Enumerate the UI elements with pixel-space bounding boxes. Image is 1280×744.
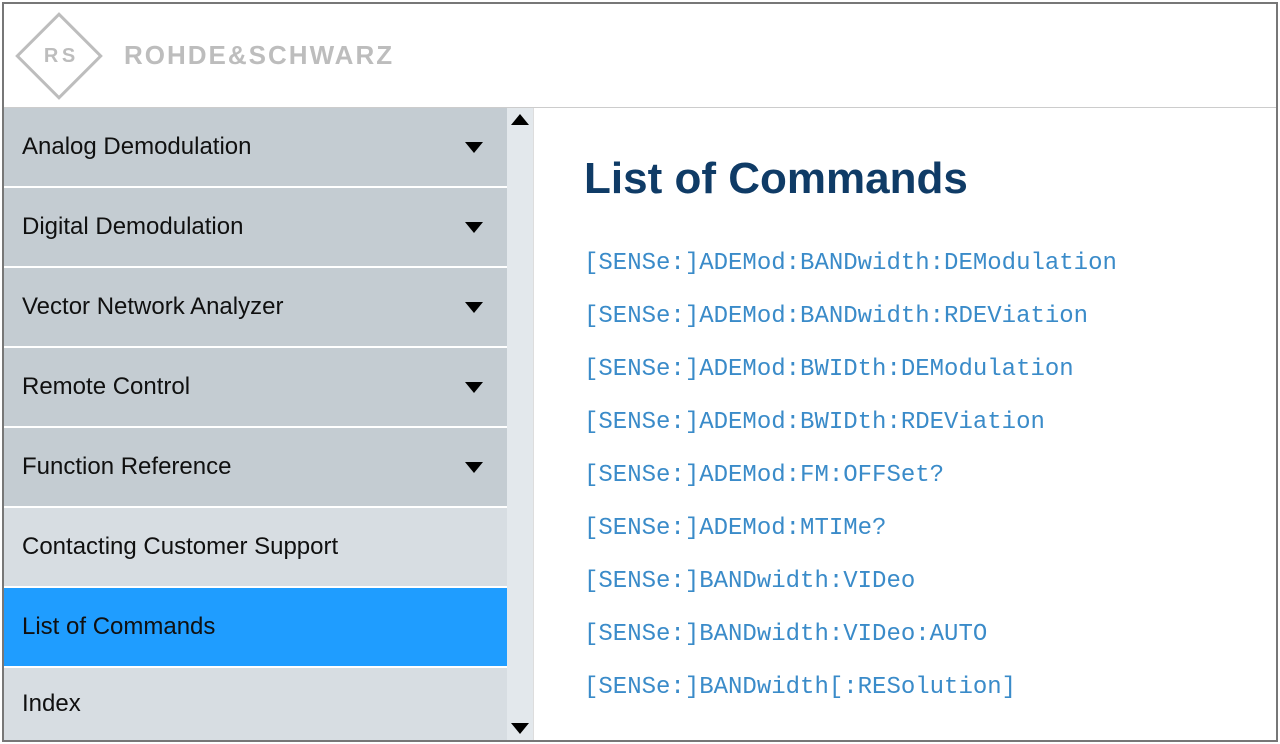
page-title: List of Commands (584, 154, 1256, 204)
command-link[interactable]: [SENSe:]BANDwidth[:RESolution] (584, 674, 1256, 701)
sidebar-item-list-of-commands[interactable]: List of Commands (4, 588, 507, 668)
sidebar-item-contacting-customer-support[interactable]: Contacting Customer Support (4, 508, 507, 588)
sidebar-item-analog-demodulation[interactable]: Analog Demodulation (4, 108, 507, 188)
command-link[interactable]: [SENSe:]ADEMod:BWIDth:DEModulation (584, 356, 1256, 383)
rs-logo-icon: R S (15, 12, 103, 100)
sidebar: Analog Demodulation Digital Demodulation… (4, 108, 507, 740)
sidebar-item-remote-control[interactable]: Remote Control (4, 348, 507, 428)
command-link[interactable]: [SENSe:]BANDwidth:VIDeo:AUTO (584, 621, 1256, 648)
sidebar-item-vector-network-analyzer[interactable]: Vector Network Analyzer (4, 268, 507, 348)
app-frame: R S ROHDE&SCHWARZ Analog Demodulation Di… (2, 2, 1278, 742)
scroll-up-icon[interactable] (511, 114, 529, 125)
command-link[interactable]: [SENSe:]BANDwidth:VIDeo (584, 568, 1256, 595)
chevron-down-icon (465, 142, 483, 153)
chevron-down-icon (465, 302, 483, 313)
chevron-down-icon (465, 462, 483, 473)
chevron-down-icon (465, 222, 483, 233)
sidebar-item-label: Contacting Customer Support (22, 533, 338, 561)
sidebar-item-function-reference[interactable]: Function Reference (4, 428, 507, 508)
sidebar-wrap: Analog Demodulation Digital Demodulation… (4, 108, 534, 740)
sidebar-scrollbar[interactable] (507, 108, 533, 740)
sidebar-item-label: List of Commands (22, 613, 215, 641)
sidebar-item-index[interactable]: Index (4, 668, 507, 740)
command-link[interactable]: [SENSe:]ADEMod:MTIMe? (584, 515, 1256, 542)
sidebar-item-label: Vector Network Analyzer (22, 293, 283, 321)
body: Analog Demodulation Digital Demodulation… (4, 108, 1276, 740)
command-list: [SENSe:]ADEMod:BANDwidth:DEModulation [S… (584, 250, 1256, 701)
command-link[interactable]: [SENSe:]ADEMod:BANDwidth:RDEViation (584, 303, 1256, 330)
sidebar-item-label: Analog Demodulation (22, 133, 252, 161)
command-link[interactable]: [SENSe:]ADEMod:FM:OFFSet? (584, 462, 1256, 489)
main-content: List of Commands [SENSe:]ADEMod:BANDwidt… (534, 108, 1276, 740)
sidebar-item-label: Function Reference (22, 453, 231, 481)
header: R S ROHDE&SCHWARZ (4, 4, 1276, 108)
command-link[interactable]: [SENSe:]ADEMod:BWIDth:RDEViation (584, 409, 1256, 436)
command-link[interactable]: [SENSe:]ADEMod:BANDwidth:DEModulation (584, 250, 1256, 277)
sidebar-item-digital-demodulation[interactable]: Digital Demodulation (4, 188, 507, 268)
rs-logo-text: R S (37, 34, 81, 78)
chevron-down-icon (465, 382, 483, 393)
sidebar-item-label: Index (22, 690, 81, 718)
sidebar-item-label: Remote Control (22, 373, 190, 401)
scroll-down-icon[interactable] (511, 723, 529, 734)
sidebar-item-label: Digital Demodulation (22, 213, 243, 241)
brand-text: ROHDE&SCHWARZ (124, 40, 394, 71)
